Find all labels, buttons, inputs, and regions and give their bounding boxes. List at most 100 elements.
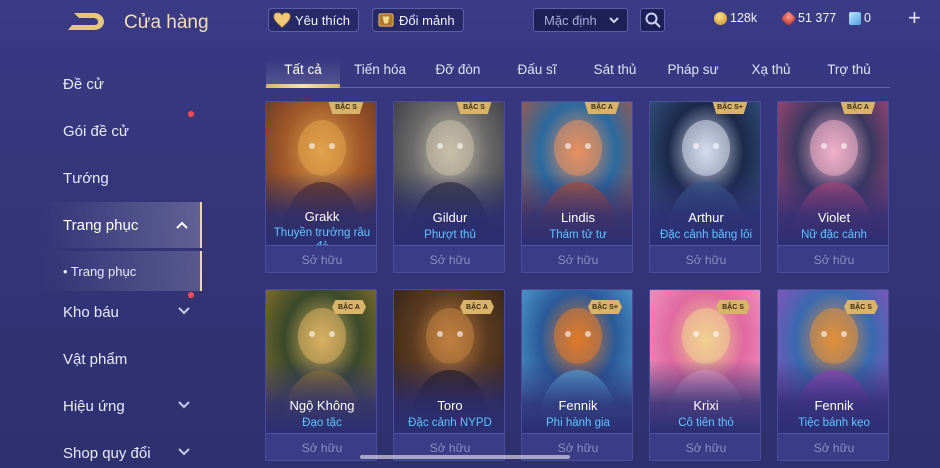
tab-marksman[interactable]: Xạ thủ <box>751 62 790 77</box>
tier-badge: BẬC S+ <box>712 102 748 114</box>
chevron-up-icon <box>176 221 188 229</box>
fragment-box-icon <box>378 13 394 27</box>
hero-name: Toro <box>437 398 463 413</box>
notification-dot <box>188 111 194 117</box>
tab-fighter[interactable]: Đấu sĩ <box>517 62 556 77</box>
chevron-down-icon <box>178 307 190 315</box>
tab-all[interactable]: Tất cả <box>284 62 322 77</box>
voucher-icon <box>849 11 861 25</box>
gold-coin-icon <box>714 11 727 25</box>
sort-value: Mặc định <box>544 12 597 28</box>
skin-card[interactable]: BẬC S+ Arthur Đặc cảnh băng lôi Sở hữu <box>649 101 761 273</box>
sidebar-item-exchange-shop[interactable]: Shop quy đổi <box>40 430 202 468</box>
owned-status: Sở hữu <box>301 253 343 267</box>
skin-card[interactable]: BẬC S+ Fennik Phi hành gia Sở hữu <box>521 289 633 461</box>
skin-card[interactable]: BẬC SGrakkThuyền trưởng râu đỏSở hữu <box>265 101 377 273</box>
sidebar-item-treasure[interactable]: Kho báu <box>40 289 202 335</box>
tier-badge: BẬC S <box>328 102 364 114</box>
owned-status: Sở hữu <box>557 253 599 267</box>
sort-dropdown[interactable]: Mặc định <box>533 8 628 32</box>
sidebar-item-items[interactable]: Vật phẩm <box>40 336 202 382</box>
page-title: Cửa hàng <box>124 12 209 33</box>
owned-status: Sở hữu <box>429 253 471 267</box>
tab-evolution[interactable]: Tiến hóa <box>354 62 406 77</box>
sidebar-item-effects[interactable]: Hiệu ứng <box>40 383 202 429</box>
skin-name: Thám tử tư <box>549 229 607 241</box>
favorites-button[interactable]: Yêu thích <box>268 8 359 32</box>
exchange-fragments-button[interactable]: Đổi mảnh <box>372 8 464 32</box>
ownership-bar: Sở hữu <box>266 245 376 272</box>
hero-name: Lindis <box>561 210 595 225</box>
back-arrow-icon[interactable] <box>66 10 106 34</box>
search-button[interactable] <box>640 8 665 32</box>
tab-assassin[interactable]: Sát thủ <box>594 62 637 77</box>
hero-name: Arthur <box>688 210 724 225</box>
tier-badge: BẬC A <box>332 300 366 314</box>
owned-status: Sở hữu <box>685 441 727 455</box>
tier-badge: BẬC S <box>456 102 492 114</box>
skin-card[interactable]: BẬC A Toro Đặc cảnh NYPD Sở hữu <box>393 289 505 461</box>
hero-name: Fennik <box>558 398 598 413</box>
hero-name: Krixi <box>693 398 719 413</box>
ownership-bar: Sở hữu <box>522 245 632 272</box>
ownership-bar: Sở hữu <box>650 245 760 272</box>
gold-balance: 128k <box>714 11 757 25</box>
hero-name: Ngộ Không <box>289 398 355 413</box>
skin-name: Nữ đặc cảnh <box>801 229 867 241</box>
tab-mage[interactable]: Pháp sư <box>667 62 718 77</box>
sidebar-item-label: • Trang phục <box>63 263 137 279</box>
skin-card[interactable]: BẬC A Violet Nữ đặc cảnh Sở hữu <box>777 101 889 273</box>
exchange-label: Đổi mảnh <box>399 12 455 28</box>
voucher-balance: 0 <box>849 11 871 25</box>
category-tabs: Tất cả Tiến hóa Đỡ đòn Đấu sĩ Sát thủ Ph… <box>265 56 890 88</box>
skin-card[interactable]: BẬC S Fennik Tiệc bánh kẹo Sở hữu <box>777 289 889 461</box>
skin-name: Phượt thủ <box>424 229 476 241</box>
chevron-down-icon <box>609 17 619 24</box>
sidebar-subitem-skins[interactable]: • Trang phục <box>40 251 202 291</box>
sidebar-item-recommended[interactable]: Đề cử <box>40 61 202 107</box>
sidebar-item-label: Kho báu <box>63 303 119 321</box>
hero-name: Gildur <box>432 210 468 225</box>
sidebar-item-label: Hiệu ứng <box>63 397 125 415</box>
tier-badge: BẬC A <box>840 102 876 114</box>
skin-card[interactable]: BẬC A Lindis Thám tử tư Sở hữu <box>521 101 633 273</box>
ownership-bar: Sở hữu <box>650 433 760 460</box>
sidebar-item-label: Trang phục <box>63 216 139 234</box>
owned-status: Sở hữu <box>301 441 343 455</box>
tier-badge: BẬC A <box>584 102 620 114</box>
scroll-indicator[interactable] <box>360 455 570 459</box>
skin-name: Cô tiên thỏ <box>678 417 734 429</box>
owned-status: Sở hữu <box>429 441 471 455</box>
skin-card[interactable]: BẬC S Krixi Cô tiên thỏ Sở hữu <box>649 289 761 461</box>
gem-balance: 51 377 <box>780 10 836 26</box>
add-currency-button[interactable]: + <box>908 6 921 30</box>
chevron-down-icon <box>178 448 190 456</box>
red-gem-icon <box>780 10 797 26</box>
sidebar-item-label: Shop quy đổi <box>63 444 151 462</box>
sidebar-item-label: Tướng <box>63 169 109 187</box>
sidebar-item-heroes[interactable]: Tướng <box>40 155 202 201</box>
sidebar-item-skins[interactable]: Trang phục <box>40 202 202 248</box>
ownership-bar: Sở hữu <box>394 245 504 272</box>
favorites-label: Yêu thích <box>295 12 350 28</box>
hero-name: Grakk <box>304 209 340 224</box>
hero-name: Fennik <box>814 398 854 413</box>
owned-status: Sở hữu <box>813 441 855 455</box>
active-tab-underline <box>266 84 340 88</box>
ownership-bar: Sở hữu <box>778 433 888 460</box>
skin-card[interactable]: BẬC A Ngộ Không Đạo tặc Sở hữu <box>265 289 377 461</box>
notification-dot <box>188 292 194 298</box>
ownership-bar: Sở hữu <box>778 245 888 272</box>
sidebar-item-recommended-packs[interactable]: Gói đề cử <box>40 108 202 154</box>
skin-card[interactable]: BẬC S Gildur Phượt thủ Sở hữu <box>393 101 505 273</box>
hero-name: Violet <box>817 210 851 225</box>
top-bar: Cửa hàng Yêu thích Đổi mảnh Mặc định 128… <box>0 0 940 42</box>
tab-tank[interactable]: Đỡ đòn <box>436 62 481 77</box>
tier-badge: BẬC S <box>844 300 878 314</box>
skin-name: Tiệc bánh kẹo <box>798 417 870 429</box>
tab-support[interactable]: Trợ thủ <box>827 62 871 77</box>
skin-name: Đặc cảnh băng lôi <box>659 229 753 241</box>
skin-name: Đặc cảnh NYPD <box>408 417 492 429</box>
tier-badge: BẬC S <box>716 300 750 314</box>
gold-value: 128k <box>730 11 758 25</box>
